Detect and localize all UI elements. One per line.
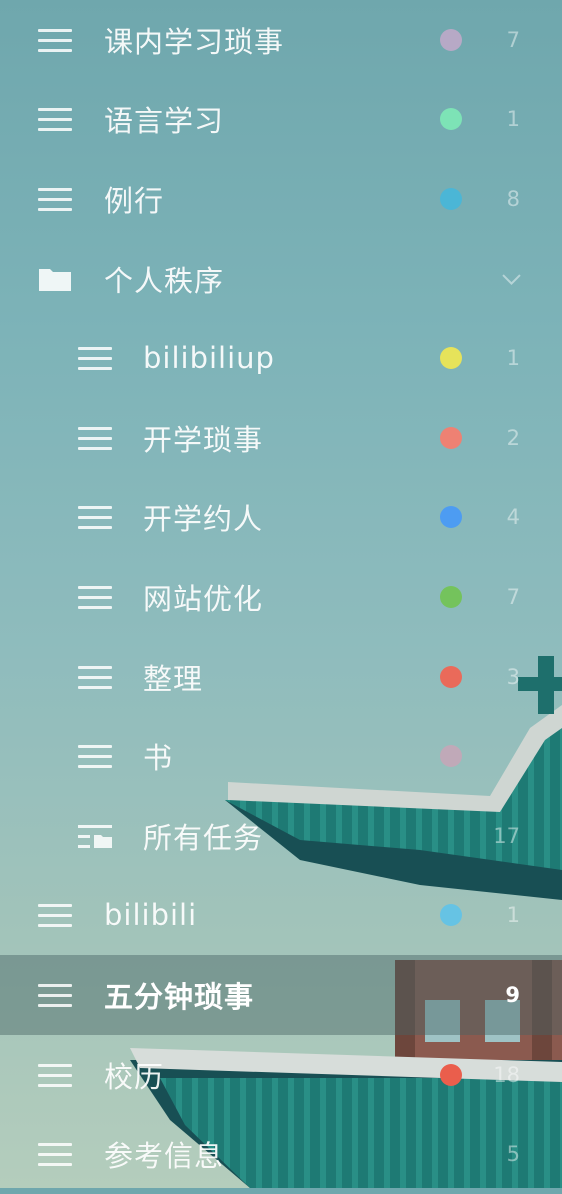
- list-item-label: 开学约人: [143, 502, 264, 537]
- list-item-label: 五分钟琐事: [104, 979, 255, 1014]
- list-item[interactable]: 例行 8: [0, 159, 562, 239]
- list-item-label: 书: [143, 741, 174, 776]
- list-icon: [78, 503, 112, 531]
- list-item-label: bilibili: [104, 898, 198, 933]
- list-item-label: 整理: [143, 661, 204, 696]
- list-item-label: 个人秩序: [104, 263, 225, 298]
- list-item[interactable]: bilibiliup 1: [0, 318, 562, 398]
- color-dot: [440, 1063, 462, 1086]
- list-item-label: 例行: [104, 183, 165, 218]
- task-count: 17: [493, 823, 520, 848]
- list-item-label: 语言学习: [104, 104, 225, 139]
- list-icon: [38, 981, 72, 1009]
- task-count: 1: [506, 107, 520, 132]
- task-count: 9: [505, 982, 520, 1007]
- list-icon: [38, 105, 72, 133]
- list-icon: [78, 344, 112, 372]
- list-icon: [78, 663, 112, 691]
- list-item-label: 开学琐事: [143, 422, 264, 457]
- project-list: 课内学习琐事 7 语言学习 1 例行 8 个人秩序 bilibiliup 1 开学琐事 2 开学约人 4…: [0, 0, 562, 1194]
- color-dot: [440, 28, 462, 51]
- list-icon: [78, 424, 112, 452]
- color-dot: [440, 426, 462, 449]
- chevron-down-icon[interactable]: [502, 266, 521, 285]
- list-item[interactable]: 书: [0, 716, 562, 796]
- task-count: 3: [506, 664, 520, 689]
- color-dot: [440, 665, 462, 688]
- list-item[interactable]: 五分钟琐事 9: [0, 955, 562, 1035]
- list-icon: [38, 185, 72, 213]
- all-tasks-icon: [78, 822, 112, 850]
- list-item[interactable]: 整理 3: [0, 637, 562, 717]
- task-count: 2: [506, 425, 520, 450]
- list-item[interactable]: 参考信息 5: [0, 1114, 562, 1194]
- task-count: 18: [493, 1062, 520, 1087]
- color-dot: [440, 904, 462, 927]
- color-dot: [440, 347, 462, 370]
- folder-icon: [38, 265, 72, 293]
- folder-item[interactable]: 个人秩序: [0, 239, 562, 319]
- color-dot: [440, 745, 462, 768]
- task-count: 7: [506, 27, 520, 52]
- task-count: 5: [506, 1142, 520, 1167]
- task-count: 1: [506, 903, 520, 928]
- task-count: 8: [506, 186, 520, 211]
- list-item-label: bilibiliup: [143, 341, 275, 376]
- list-item-label: 校历: [104, 1059, 165, 1094]
- list-item-label: 参考信息: [104, 1139, 225, 1174]
- color-dot: [440, 585, 462, 608]
- list-item[interactable]: 所有任务 17: [0, 796, 562, 876]
- list-item[interactable]: 网站优化 7: [0, 557, 562, 637]
- list-item-label: 课内学习琐事: [104, 24, 285, 59]
- list-item[interactable]: 开学琐事 2: [0, 398, 562, 478]
- list-icon: [38, 1140, 72, 1168]
- color-dot: [440, 187, 462, 210]
- color-dot: [440, 108, 462, 131]
- color-dot: [440, 506, 462, 529]
- list-icon: [38, 26, 72, 54]
- list-item-label: 所有任务: [143, 820, 264, 855]
- task-count: 7: [506, 584, 520, 609]
- list-item-label: 网站优化: [143, 581, 264, 616]
- list-item[interactable]: bilibili 1: [0, 876, 562, 956]
- task-count: 1: [506, 346, 520, 371]
- list-item[interactable]: 课内学习琐事 7: [0, 0, 562, 80]
- task-count: 4: [506, 505, 520, 530]
- list-icon: [78, 742, 112, 770]
- list-icon: [78, 583, 112, 611]
- list-item[interactable]: 校历 18: [0, 1035, 562, 1115]
- list-icon: [38, 901, 72, 929]
- list-item[interactable]: 开学约人 4: [0, 478, 562, 558]
- list-icon: [38, 1061, 72, 1089]
- list-item[interactable]: 语言学习 1: [0, 80, 562, 160]
